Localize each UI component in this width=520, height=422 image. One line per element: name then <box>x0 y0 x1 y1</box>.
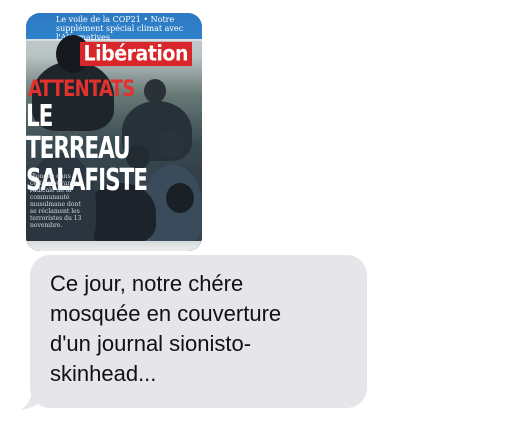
newspaper-masthead-band: Le voile de la COP21 • Notre supplément … <box>26 13 202 42</box>
newspaper-photo: Le voile de la COP21 • Notre supplément … <box>26 13 202 251</box>
message-text: Ce jour, notre chére mosquée en couvertu… <box>50 271 282 386</box>
headline-line: LE TERREAU <box>26 99 131 166</box>
image-message-bubble[interactable]: Le voile de la COP21 • Notre supplément … <box>26 13 202 251</box>
received-message-bubble[interactable]: Ce jour, notre chére mosquée en couvertu… <box>30 255 367 408</box>
newspaper-logo: Libération <box>79 41 192 67</box>
newspaper-page-edge <box>26 241 202 251</box>
headline-deck: Plongée dans cette mouvance radicale de … <box>30 173 82 229</box>
headline-kicker: ATTENTATS <box>28 77 135 102</box>
